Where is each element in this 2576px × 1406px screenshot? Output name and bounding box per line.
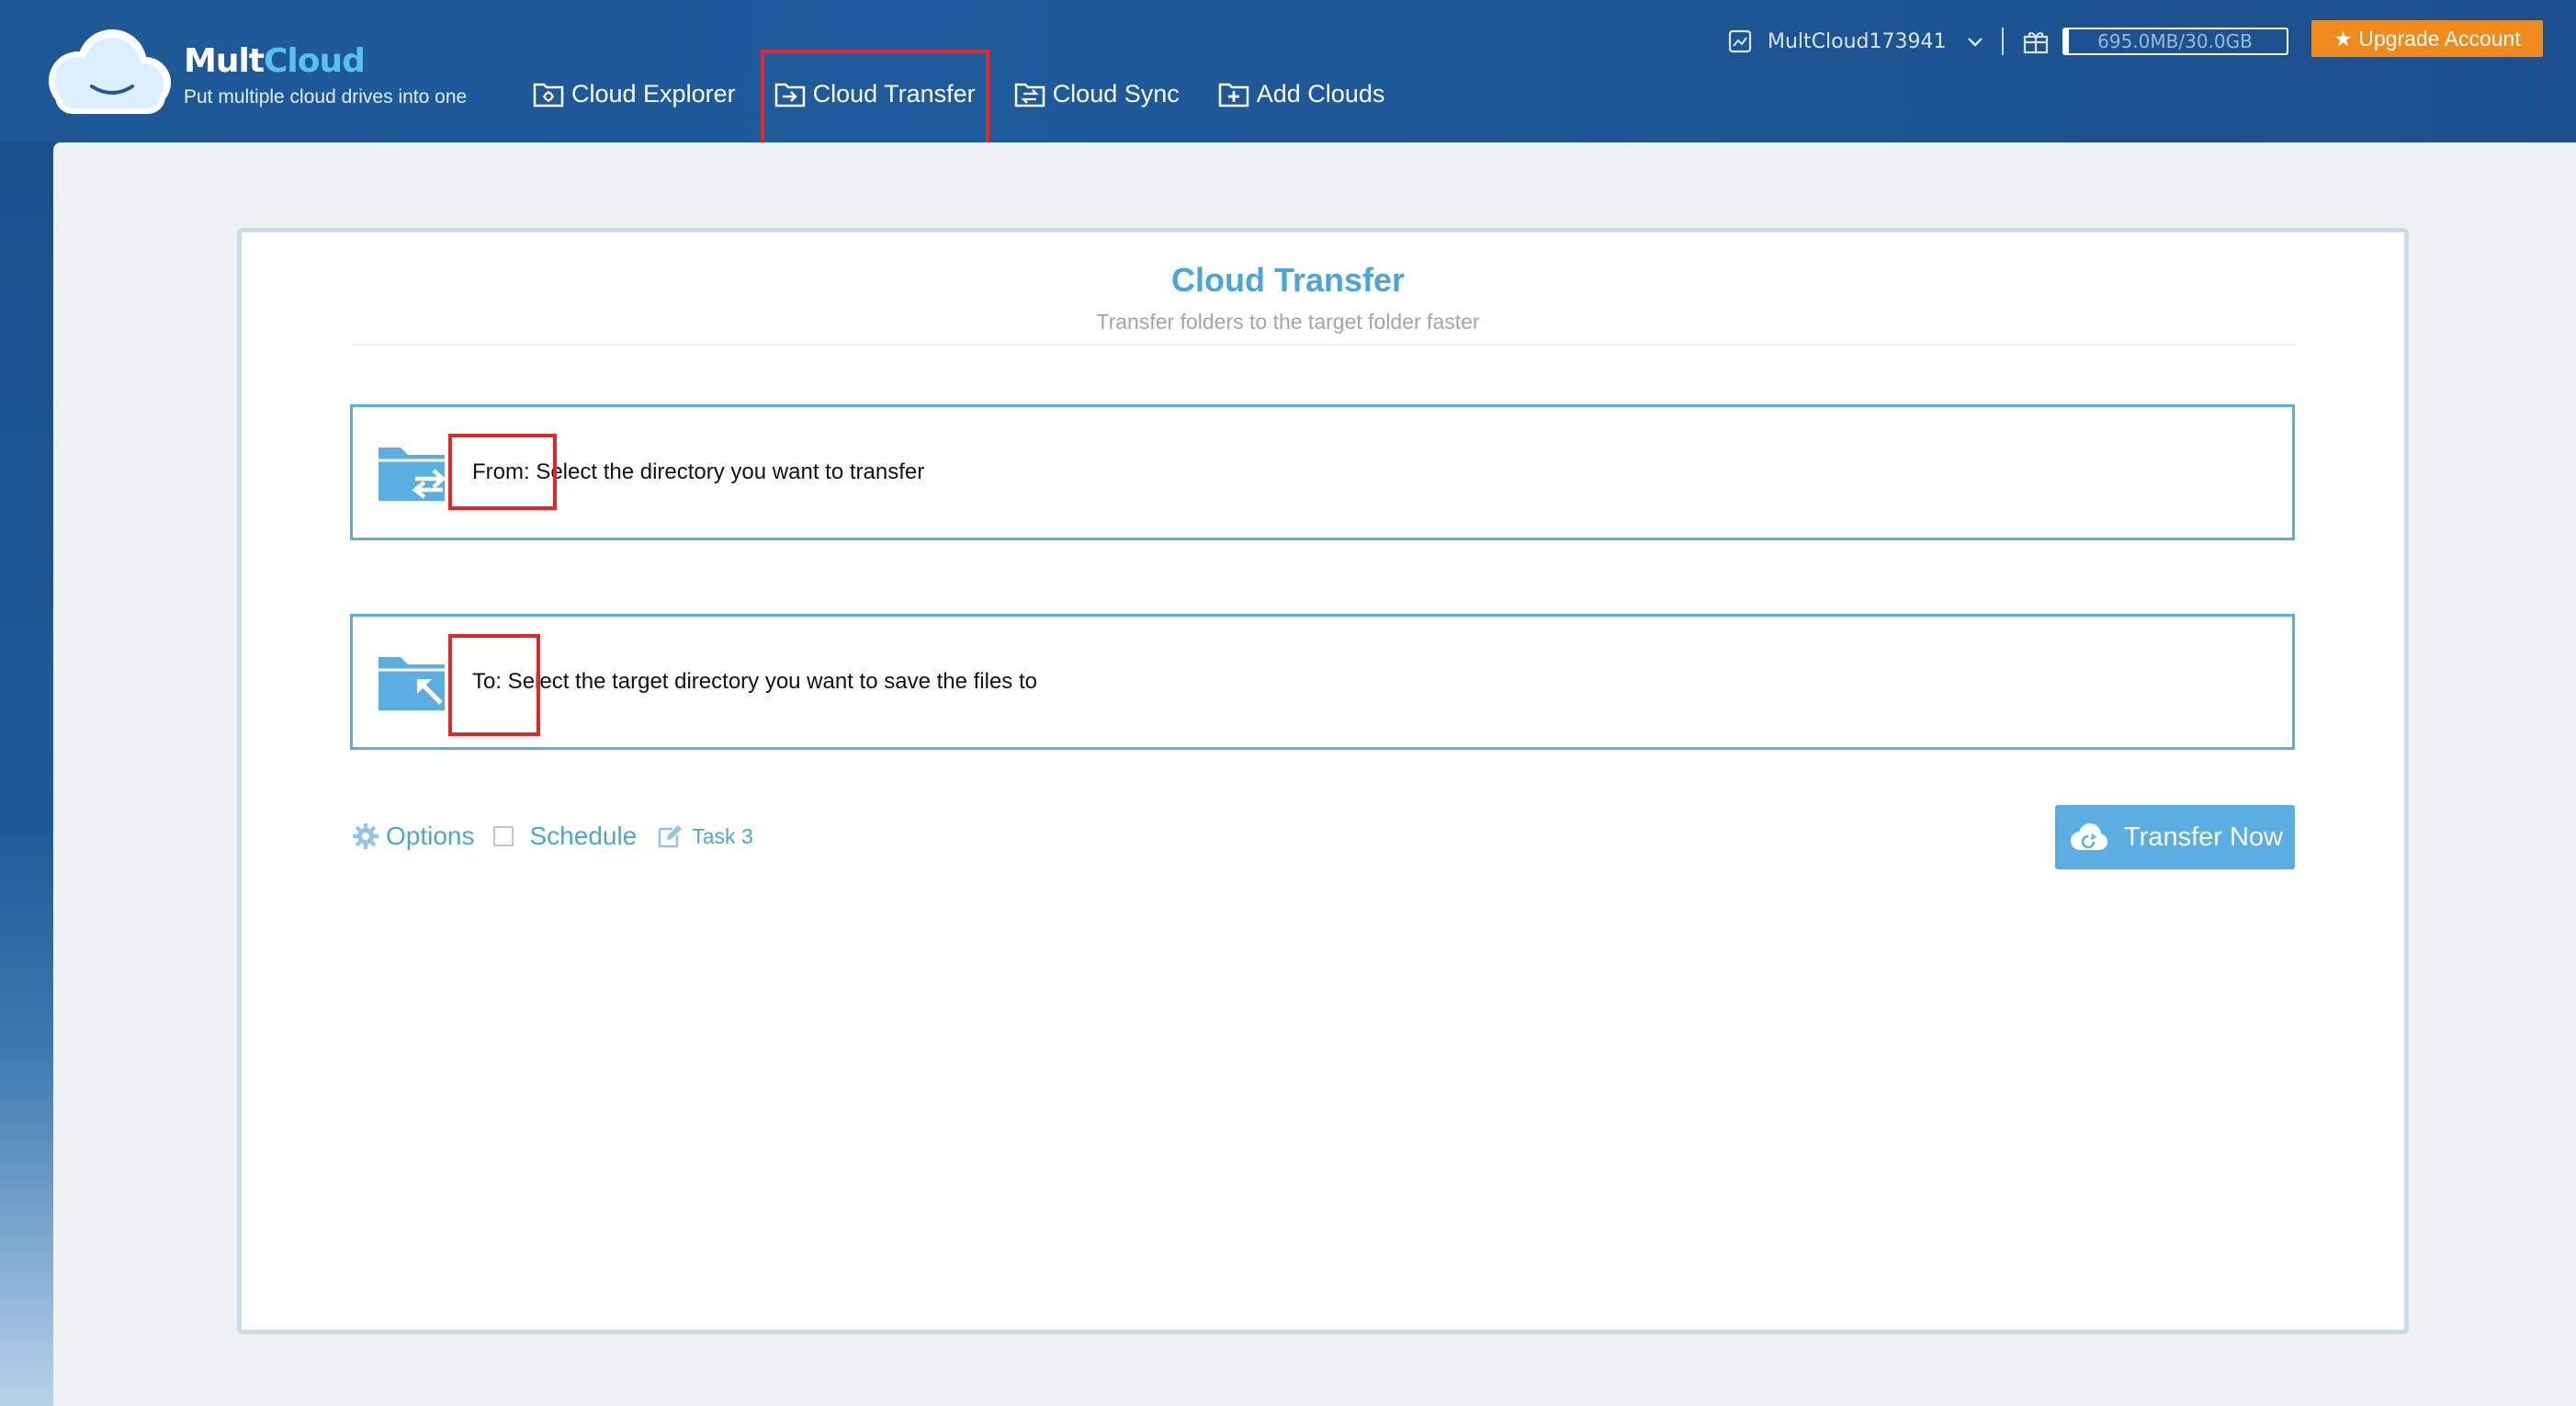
account-dashboard-icon[interactable] <box>1727 28 1753 54</box>
gear-icon <box>353 823 378 849</box>
target-folder-icon <box>378 657 445 710</box>
task-name-editor[interactable]: Task 3 <box>657 823 753 849</box>
storage-usage-bar[interactable]: 695.0MB/30.0GB <box>2062 28 2288 55</box>
nav-label: Cloud Sync <box>1052 79 1180 108</box>
task-label: Task 3 <box>692 823 753 848</box>
cloud-explorer-icon <box>533 83 564 108</box>
top-header: MultCloud Put multiple cloud drives into… <box>0 0 2576 158</box>
schedule-toggle[interactable]: Schedule <box>492 822 638 851</box>
highlight-box-to <box>448 634 540 736</box>
brand-name[interactable]: MultCloud <box>184 42 366 80</box>
nav-add-clouds[interactable]: Add Clouds <box>1218 74 1385 114</box>
schedule-checkbox[interactable] <box>492 826 514 846</box>
add-clouds-icon <box>1218 83 1249 108</box>
nav-cloud-sync[interactable]: Cloud Sync <box>1014 74 1180 114</box>
brand-name-cloud: Cloud <box>264 42 366 80</box>
edit-icon <box>659 825 683 848</box>
schedule-label: Schedule <box>529 822 638 850</box>
account-username[interactable]: MultCloud173941 <box>1768 30 1947 53</box>
to-directory-selector[interactable]: To: Select the target directory you want… <box>350 614 2295 750</box>
gift-icon[interactable] <box>2022 28 2050 55</box>
nav-label: Add Clouds <box>1256 79 1385 108</box>
nav-label: Cloud Explorer <box>571 79 736 108</box>
divider <box>2001 28 2004 55</box>
to-label: To: Select the target directory you want… <box>472 669 1037 694</box>
transfer-now-button[interactable]: Transfer Now <box>2055 805 2295 869</box>
brand-tagline: Put multiple cloud drives into one <box>184 86 468 108</box>
page-title: Cloud Transfer <box>1170 261 1406 299</box>
source-folder-icon <box>378 448 446 501</box>
options-label: Options <box>386 822 475 850</box>
account-area: MultCloud173941 695.0MB/30.0GB <box>1727 26 2288 57</box>
storage-text: 695.0MB/30.0GB <box>2097 30 2253 52</box>
cloud-transfer-button-icon <box>2071 823 2108 850</box>
brand-name-mult: Mult <box>184 42 265 80</box>
nav-cloud-explorer[interactable]: Cloud Explorer <box>533 74 736 114</box>
options-button[interactable]: Options <box>351 822 475 851</box>
title-divider <box>351 344 2295 346</box>
multcloud-logo-icon[interactable] <box>37 26 175 118</box>
from-directory-selector[interactable]: From: Select the directory you want to t… <box>350 404 2295 540</box>
transfer-card <box>237 228 2409 1334</box>
upgrade-account-button[interactable]: ★ Upgrade Account <box>2311 20 2543 57</box>
chevron-down-icon[interactable] <box>1965 31 1985 51</box>
options-row: Options Schedule Task 3 <box>351 816 753 856</box>
transfer-now-label: Transfer Now <box>2124 822 2283 852</box>
page-subtitle: Transfer folders to the target folder fa… <box>1096 310 1480 334</box>
highlight-box-from <box>448 434 557 510</box>
storage-fill <box>2063 29 2070 53</box>
cloud-sync-icon <box>1014 83 1045 108</box>
